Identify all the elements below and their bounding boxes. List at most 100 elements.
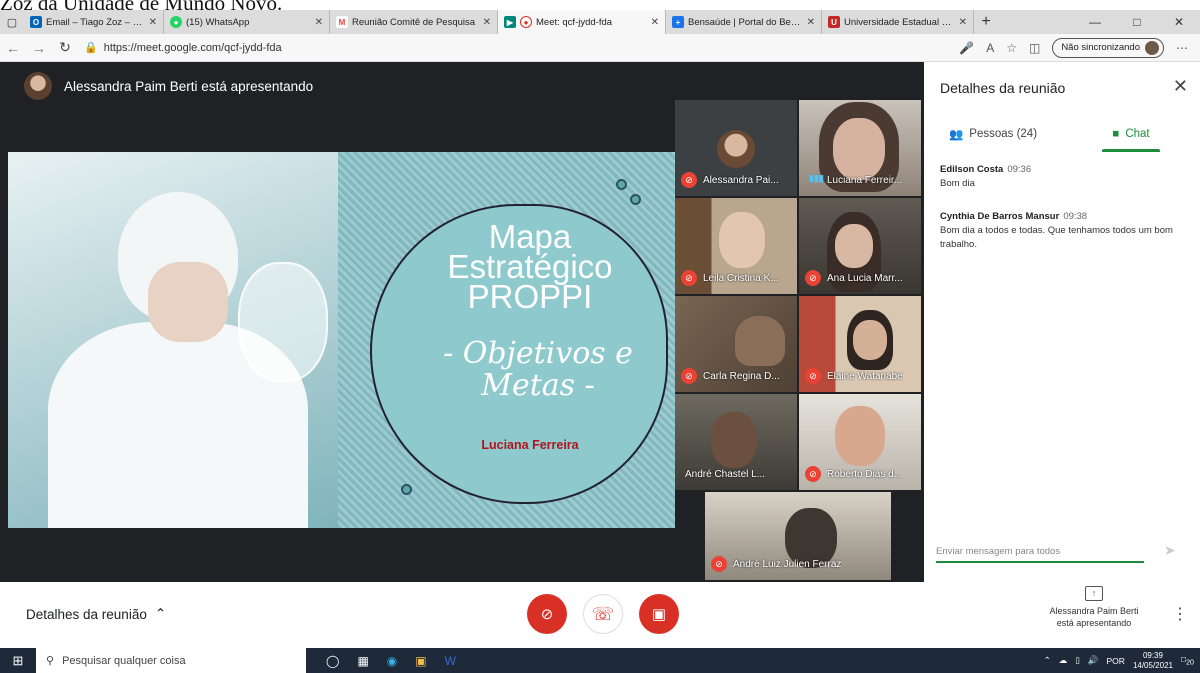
taskbar-search[interactable]: ⚲ Pesquisar qualquer coisa [36,648,306,673]
mic-toggle-button[interactable]: ⊘ [527,594,567,634]
windows-start-icon[interactable]: ⊞ [0,653,36,669]
volume-icon[interactable]: 🔊 [1088,655,1099,666]
presenter-banner: Alessandra Paim Berti está apresentando [24,72,313,100]
mic-off-icon: ⊘ [681,172,697,188]
windows-taskbar: ⊞ ⚲ Pesquisar qualquer coisa ◯ ▦ ◉ ▣ W ⌃… [0,648,1200,673]
participant-tile[interactable]: ⊘ Leila Cristina K... [675,198,797,294]
camera-off-icon: ▣ [651,606,667,623]
close-icon[interactable]: ✕ [483,17,491,28]
tab-gmail[interactable]: M Reunião Comitê de Pesquisa ✕ [330,10,498,34]
close-icon[interactable]: ✕ [651,17,659,28]
collections-icon[interactable]: ◫ [1029,41,1040,55]
participant-tile[interactable]: ⊘ Alessandra Pai... [675,100,797,196]
participant-tile[interactable]: ⊘ Carla Regina D... [675,296,797,392]
chat-message: Cynthia De Barros Mansur 09:38 Bom dia a … [940,211,1188,252]
meeting-details-button[interactable]: Detalhes da reunião ⌃ [26,606,166,622]
cloud-icon[interactable]: ☁ [1059,655,1068,666]
file-explorer-icon[interactable]: ▣ [415,654,426,668]
slide-subtitle-line: - Objetivos e [443,336,633,371]
edge-icon[interactable]: ◉ [387,654,397,668]
forward-icon[interactable]: → [26,40,52,56]
chat-message: Edilson Costa 09:36 Bom dia [940,164,1188,191]
task-view-icon[interactable]: ▦ [357,654,368,668]
slide-subtitle-line: Metas - [481,368,595,403]
participant-name: André Luiz Julien Ferraz [733,559,842,570]
leave-call-button[interactable]: ☏ [583,594,623,634]
language-indicator[interactable]: POR [1107,656,1125,666]
mic-off-icon: ⊘ [681,270,697,286]
tab-label: Reunião Comitê de Pesquisa [352,16,476,28]
hang-up-icon: ☏ [591,603,615,624]
present-icon: ↑ [1085,586,1103,601]
message-sender: Edilson Costa [940,164,1004,175]
close-icon[interactable]: ✕ [315,17,323,28]
chevron-up-icon[interactable]: ⌃ [1044,655,1051,666]
university-icon: U [828,16,840,28]
minimize-icon[interactable]: — [1074,10,1116,34]
meet-icon: ▶ [504,16,516,28]
presenting-name: Alessandra Paim Berti [1049,606,1139,616]
participant-tile[interactable]: ⊘ Ana Lucia Marr... [799,198,921,294]
sync-profile-button[interactable]: Não sincronizando [1052,37,1164,58]
chat-messages: Edilson Costa 09:36 Bom dia Cynthia De Ba… [940,164,1188,272]
slide-subtitle: - Objetivos e Metas - [408,338,668,402]
clock[interactable]: 09:39 14/05/2021 [1133,651,1173,671]
message-time: 09:38 [1063,211,1088,222]
gmail-icon: M [336,16,348,28]
camera-toggle-button[interactable]: ▣ [639,594,679,634]
mic-off-icon: ⊘ [711,556,727,572]
participant-grid: ⊘ Alessandra Pai... ▮▮▮ Luciana Ferreir.… [675,100,921,580]
chat-input[interactable]: Enviar mensagem para todos [936,542,1144,563]
participant-name: Alessandra Pai... [703,175,779,186]
favorite-icon[interactable]: ☆ [1006,41,1017,55]
presenting-button[interactable]: ↑ Alessandra Paim Berti está apresentand… [1040,586,1148,629]
network-icon[interactable]: ▯ [1075,655,1080,666]
close-icon[interactable]: ✕ [807,17,815,28]
send-icon[interactable]: ➤ [1164,542,1176,559]
cortana-icon[interactable]: ◯ [326,654,339,668]
refresh-icon[interactable]: ↻ [52,39,78,56]
close-icon[interactable]: ✕ [1173,76,1188,97]
tab-people[interactable]: 👥 Pessoas (24) [924,116,1062,152]
new-tab-icon[interactable]: + [974,10,998,34]
url-field[interactable]: 🔒 https://meet.google.com/qcf-jydd-fda [84,41,864,55]
word-icon[interactable]: W [445,654,456,668]
participant-name: Roberto Dias d... [827,469,903,480]
address-bar: ← → ↻ 🔒 https://meet.google.com/qcf-jydd… [0,34,1200,62]
participant-tile[interactable]: ⊘ Roberto Dias d... [799,394,921,490]
notification-icon[interactable]: □20 [1181,654,1194,667]
back-icon[interactable]: ← [0,40,26,56]
participant-tile[interactable]: ⊘ André Luiz Julien Ferraz [705,492,891,580]
maximize-icon[interactable]: □ [1116,10,1158,34]
tab-university[interactable]: U Universidade Estadual de M ✕ [822,10,974,34]
more-options-icon[interactable]: ⋮ [1172,604,1188,624]
participant-tile[interactable]: André Chastel L... [675,394,797,490]
presenter-text: Alessandra Paim Berti está apresentando [64,78,314,94]
sync-label: Não sincronizando [1061,42,1140,53]
tab-label: Meet: qcf-jydd-fda [536,16,613,28]
participant-tile[interactable]: ⊘ Elaine Watanabe [799,296,921,392]
outlook-icon: O [30,16,42,28]
microphone-icon[interactable]: 🎤 [959,41,974,55]
participant-name: Carla Regina D... [703,371,780,382]
presenting-status: está apresentando [1056,618,1132,628]
close-window-icon[interactable]: ✕ [1158,10,1200,34]
panel-title: Detalhes da reunião [940,80,1066,96]
close-icon[interactable]: ✕ [149,17,157,28]
tab-bensaude[interactable]: + Bensaúde | Portal do Benefi ✕ [666,10,822,34]
message-text: Bom dia a todos e todas. Que tenhamos to… [940,225,1173,250]
tab-meet[interactable]: ▶ ● Meet: qcf-jydd-fda ✕ [498,10,666,34]
message-text: Bom dia [940,178,975,189]
more-icon[interactable]: ⋯ [1176,41,1188,55]
read-aloud-icon[interactable]: A [986,41,994,55]
close-icon[interactable]: ✕ [959,17,967,28]
decorative-dot [630,194,641,205]
slide-author: Luciana Ferreira [481,438,579,452]
search-icon: ⚲ [46,655,55,667]
participant-tile[interactable]: ▮▮▮ Luciana Ferreir... [799,100,921,196]
people-icon: 👥 [948,129,964,141]
tab-chat[interactable]: ■ Chat [1062,116,1200,152]
panel-tabs: 👥 Pessoas (24) ■ Chat [924,116,1200,152]
whatsapp-icon: ● [170,16,182,28]
details-label: Detalhes da reunião [26,606,147,622]
